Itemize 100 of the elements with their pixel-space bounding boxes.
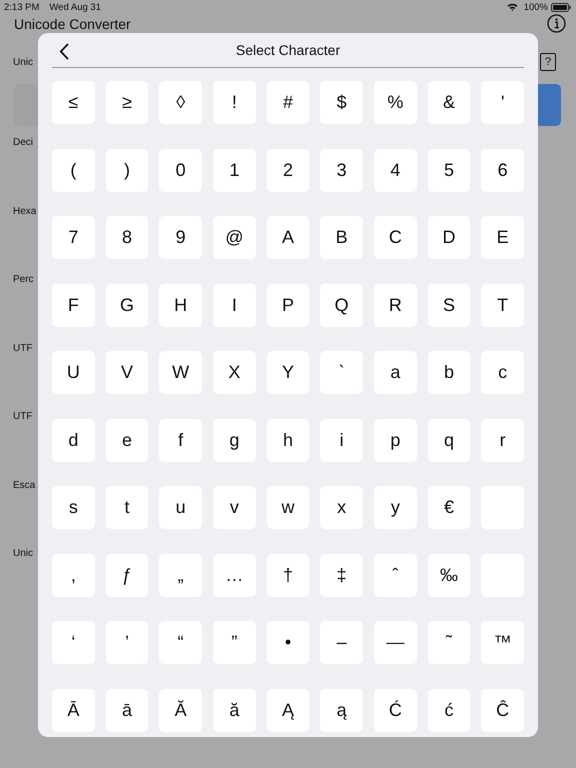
character-key[interactable]: ‡ [320, 554, 363, 596]
character-key[interactable]: ‚ [52, 554, 95, 596]
character-key[interactable]: q [428, 418, 470, 462]
character-key[interactable]: % [374, 81, 417, 124]
character-key[interactable]: E [481, 216, 524, 259]
info-icon[interactable] [547, 14, 566, 33]
character-key[interactable]: ą [320, 688, 363, 732]
character-key[interactable]: A [266, 216, 310, 259]
character-key[interactable]: – [320, 621, 363, 664]
character-key[interactable]: 9 [159, 216, 202, 259]
character-key[interactable]: ≥ [106, 81, 148, 124]
character-key[interactable]: y [374, 486, 417, 529]
battery-icon [551, 2, 571, 12]
battery-percent: 100% [524, 2, 548, 12]
character-key[interactable]: b [428, 351, 470, 394]
character-key[interactable]: ) [106, 148, 148, 192]
character-key[interactable]: Q [320, 284, 363, 326]
character-key[interactable]: v [213, 486, 256, 529]
character-key[interactable]: S [428, 284, 470, 326]
character-key[interactable]: V [106, 351, 148, 394]
character-key[interactable]: ” [213, 621, 256, 664]
character-key[interactable]: ƒ [106, 554, 148, 596]
character-key[interactable]: w [266, 486, 310, 529]
character-key[interactable]: „ [159, 554, 202, 596]
field-label: UTF [13, 342, 32, 354]
character-key[interactable]: ć [428, 688, 470, 732]
character-key[interactable]: ! [213, 81, 256, 124]
character-key[interactable]: c [481, 351, 524, 394]
character-key[interactable]: p [374, 418, 417, 462]
field-label: Deci [13, 136, 34, 149]
character-key[interactable]: † [266, 554, 310, 596]
field-label: Hexa [13, 204, 36, 218]
character-key[interactable]: G [106, 284, 148, 326]
character-key[interactable]: 3 [320, 148, 363, 192]
character-key[interactable]: H [159, 284, 202, 326]
app-title: Unicode Converter [14, 16, 131, 32]
character-key[interactable]: ≤ [52, 81, 95, 124]
character-key[interactable]: B [320, 216, 363, 259]
character-key[interactable]: F [52, 284, 95, 326]
character-key[interactable]: C [374, 216, 417, 259]
character-key[interactable]: 1 [213, 148, 256, 192]
character-key[interactable]: $ [320, 81, 363, 124]
character-key[interactable]: ă [213, 688, 256, 732]
character-key[interactable]: W [159, 351, 202, 394]
character-key[interactable]: 5 [428, 148, 470, 192]
character-key[interactable]: # [266, 81, 310, 124]
field-label: Unic [13, 547, 34, 560]
back-icon[interactable] [59, 43, 69, 60]
character-key[interactable]: & [428, 81, 470, 124]
character-key[interactable]: ` [320, 351, 363, 394]
character-key[interactable]: s [52, 486, 95, 529]
character-key[interactable]: 7 [52, 216, 95, 259]
character-key[interactable]: d [52, 418, 95, 462]
character-key[interactable]: U [52, 351, 95, 394]
character-key[interactable]: ™ [481, 621, 524, 664]
character-key[interactable]: Y [266, 351, 310, 394]
character-key[interactable]: x [320, 486, 363, 529]
character-key[interactable]: Ă [159, 688, 202, 732]
character-key[interactable]: i [320, 418, 363, 462]
character-key[interactable]: — [374, 621, 417, 664]
character-key[interactable]: 2 [266, 148, 310, 192]
character-key[interactable]: “ [159, 621, 202, 664]
character-key[interactable]: ˆ [374, 554, 417, 596]
character-key[interactable]: ‰ [428, 554, 470, 596]
character-key[interactable]: g [213, 418, 256, 462]
character-key[interactable]: ( [52, 148, 95, 192]
character-key[interactable]: ā [106, 688, 148, 732]
character-key[interactable]: Ą [266, 688, 310, 732]
character-key[interactable]: … [213, 554, 256, 596]
character-key[interactable]: 8 [106, 216, 148, 259]
character-key[interactable]: a [374, 351, 417, 394]
character-key[interactable]: T [481, 284, 524, 326]
character-key[interactable]: Ć [374, 688, 417, 732]
character-key[interactable]: Ĉ [481, 688, 524, 732]
character-key[interactable]: Ā [52, 688, 95, 732]
character-key[interactable]: t [106, 486, 148, 529]
character-key[interactable]: ◊ [159, 81, 202, 124]
character-key[interactable]: ’ [106, 621, 148, 664]
field-label: Perc [13, 273, 34, 286]
character-key[interactable]: ' [481, 81, 524, 124]
character-key[interactable]: u [159, 486, 202, 529]
character-key[interactable]: ‘ [52, 621, 95, 664]
character-key[interactable]: • [266, 621, 310, 664]
character-key[interactable]: X [213, 351, 256, 394]
character-key[interactable]: 6 [481, 148, 524, 192]
character-key[interactable]: r [481, 418, 524, 462]
help-button[interactable]: ? [540, 53, 556, 71]
character-key[interactable]: e [106, 418, 148, 462]
character-key[interactable]: € [428, 486, 470, 529]
character-key[interactable]: I [213, 284, 256, 326]
field-label: Unic [13, 56, 34, 69]
character-key[interactable]: @ [213, 216, 256, 259]
character-key[interactable]: h [266, 418, 310, 462]
character-key[interactable]: 4 [374, 148, 417, 192]
character-key[interactable]: R [374, 284, 417, 326]
character-key[interactable]: P [266, 284, 310, 326]
character-key[interactable]: ˜ [428, 621, 470, 664]
character-key[interactable]: D [428, 216, 470, 259]
character-key[interactable]: 0 [159, 148, 202, 192]
character-key[interactable]: f [159, 418, 202, 462]
